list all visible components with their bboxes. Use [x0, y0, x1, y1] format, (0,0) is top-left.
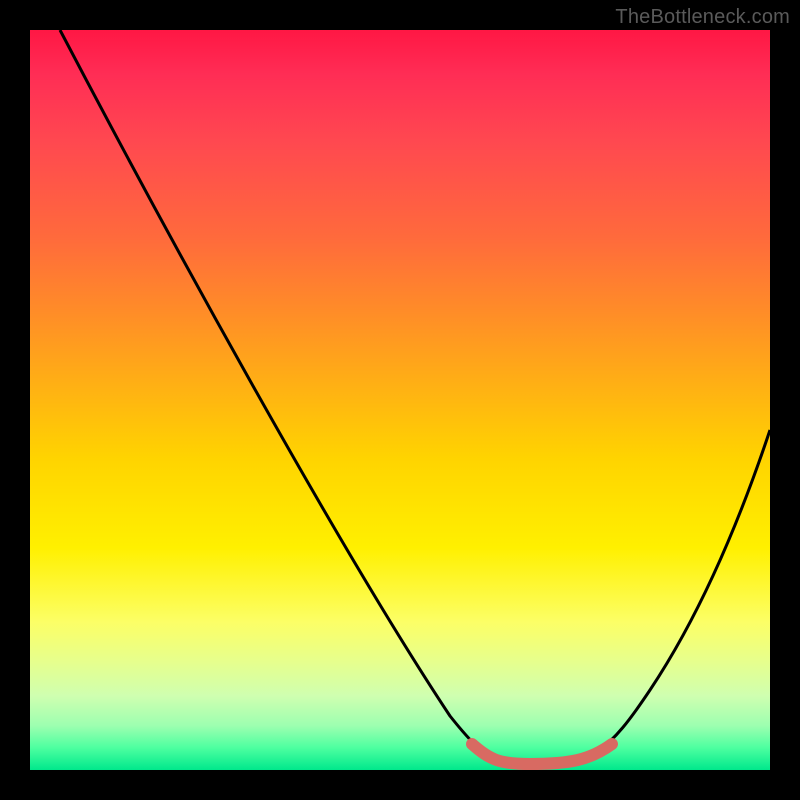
chart-frame: TheBottleneck.com [0, 0, 800, 800]
curve-layer [30, 30, 770, 770]
plot-area [30, 30, 770, 770]
watermark-text: TheBottleneck.com [615, 6, 790, 29]
bottleneck-curve [60, 30, 770, 768]
sweet-spot-marker [472, 744, 612, 764]
